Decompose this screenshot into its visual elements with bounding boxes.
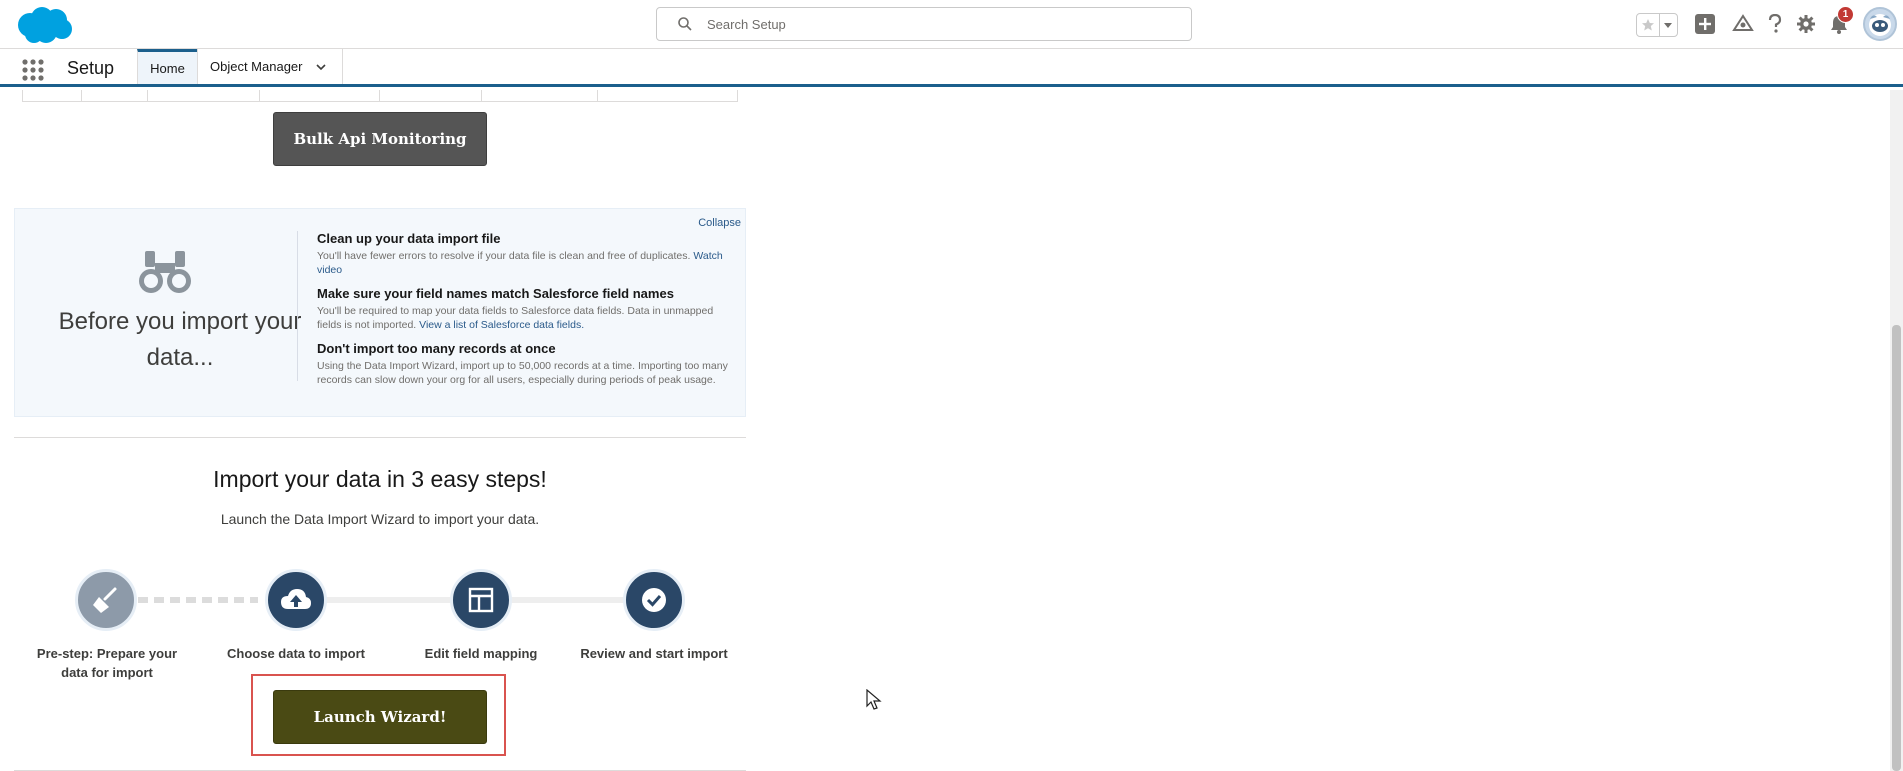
tip-field-names: Make sure your field names match Salesfo… (317, 286, 739, 332)
section-divider (14, 437, 746, 438)
tip-clean-up: Clean up your data import file You'll ha… (317, 231, 739, 277)
tab-home[interactable]: Home (137, 49, 197, 84)
tip-body: Using the Data Import Wizard, import up … (317, 360, 728, 386)
tip-body: You'll have fewer errors to resolve if y… (317, 250, 691, 262)
plus-square-icon (1695, 14, 1715, 34)
user-avatar[interactable] (1863, 7, 1897, 41)
step-connector-dashed (138, 597, 258, 603)
app-launcher-icon[interactable] (22, 59, 44, 81)
astro-avatar-icon (1869, 14, 1891, 36)
mouse-pointer-icon (866, 689, 882, 710)
step-label-mapping: Edit field mapping (424, 646, 538, 661)
binoculars-icon (139, 251, 191, 293)
favorites-dropdown-button[interactable] (1660, 14, 1677, 36)
search-input[interactable] (707, 16, 1191, 32)
global-header: 1 (0, 0, 1903, 49)
trailhead-icon (1732, 14, 1754, 31)
step-prepare[interactable] (75, 569, 137, 631)
step-label-choose: Choose data to import (227, 646, 365, 661)
caret-down-icon (1664, 23, 1673, 28)
launch-wizard-button[interactable]: Launch Wizard! (273, 690, 487, 744)
help-button[interactable] (1761, 9, 1789, 39)
search-icon (678, 17, 692, 31)
tab-object-manager-label: Object Manager (210, 59, 303, 74)
app-name: Setup (67, 58, 115, 78)
step-edit-mapping[interactable] (450, 569, 512, 631)
layout-icon (468, 587, 494, 613)
field-list-link[interactable]: View a list of Salesforce data fields. (419, 319, 584, 331)
step-label-review: Review and start import (580, 646, 728, 661)
check-icon (642, 588, 666, 612)
tip-text: You'll be required to map your data fiel… (317, 304, 739, 332)
page-scrollbar[interactable] (1890, 90, 1903, 771)
chevron-down-icon[interactable] (315, 61, 327, 73)
tips-divider (297, 231, 298, 381)
notification-badge: 1 (1837, 6, 1854, 23)
context-bar: Setup Home Object Manager (0, 49, 1903, 87)
tip-text: You'll have fewer errors to resolve if y… (317, 249, 739, 277)
scrollbar-thumb[interactable] (1892, 325, 1901, 771)
tips-heading: Before you import your data... (58, 308, 302, 371)
tip-record-limit: Don't import too many records at once Us… (317, 341, 739, 387)
tip-title: Clean up your data import file (317, 231, 501, 246)
broom-icon (93, 587, 117, 613)
search-setup[interactable] (656, 7, 1192, 41)
tip-title: Make sure your field names match Salesfo… (317, 286, 674, 301)
salesforce-logo-icon[interactable] (12, 5, 74, 45)
favorites-star-button[interactable] (1637, 14, 1660, 36)
table-bottom-edge (22, 90, 738, 102)
tip-title: Don't import too many records at once (317, 341, 556, 356)
step-review-import[interactable] (623, 569, 685, 631)
global-actions-button[interactable] (1691, 9, 1719, 39)
tab-home-label: Home (150, 60, 185, 76)
steps-title: Import your data in 3 easy steps! (213, 466, 547, 492)
step-label-prepare: Pre-step: Prepare your data for import (36, 646, 178, 680)
main-content: Bulk Api Monitoring Collapse Before you … (0, 90, 1903, 771)
collapse-link[interactable]: Collapse (698, 217, 741, 229)
tab-object-manager[interactable]: Object Manager (197, 49, 343, 84)
setup-gear-button[interactable] (1792, 9, 1820, 39)
import-tips-panel: Collapse Before you import your data... … (14, 208, 746, 417)
step-choose-data[interactable] (265, 569, 327, 631)
gear-icon (1797, 15, 1815, 33)
cloud-upload-icon (281, 589, 311, 609)
question-mark-icon (1768, 14, 1782, 33)
trailhead-button[interactable] (1729, 9, 1757, 39)
bulk-api-monitoring-button[interactable]: Bulk Api Monitoring (273, 112, 487, 166)
steps-subtitle: Launch the Data Import Wizard to import … (220, 511, 540, 527)
star-icon (1641, 19, 1654, 31)
favorites-group (1636, 13, 1678, 37)
